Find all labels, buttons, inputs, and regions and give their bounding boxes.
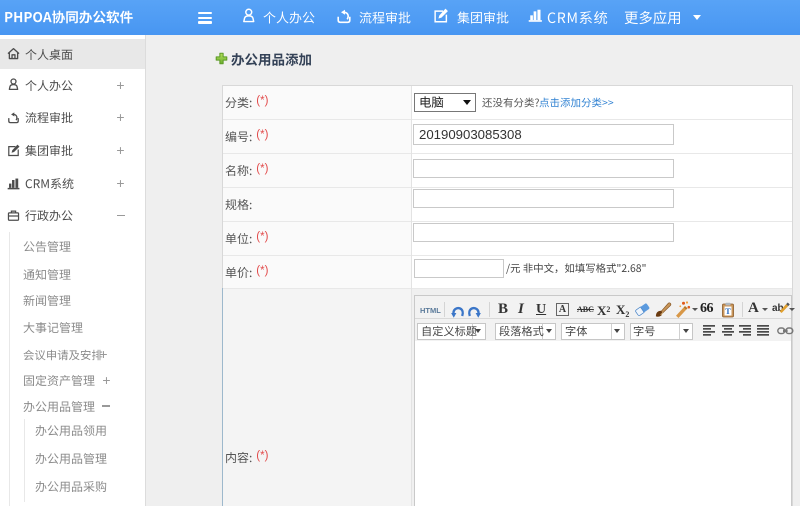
svg-text:T: T: [725, 306, 731, 316]
